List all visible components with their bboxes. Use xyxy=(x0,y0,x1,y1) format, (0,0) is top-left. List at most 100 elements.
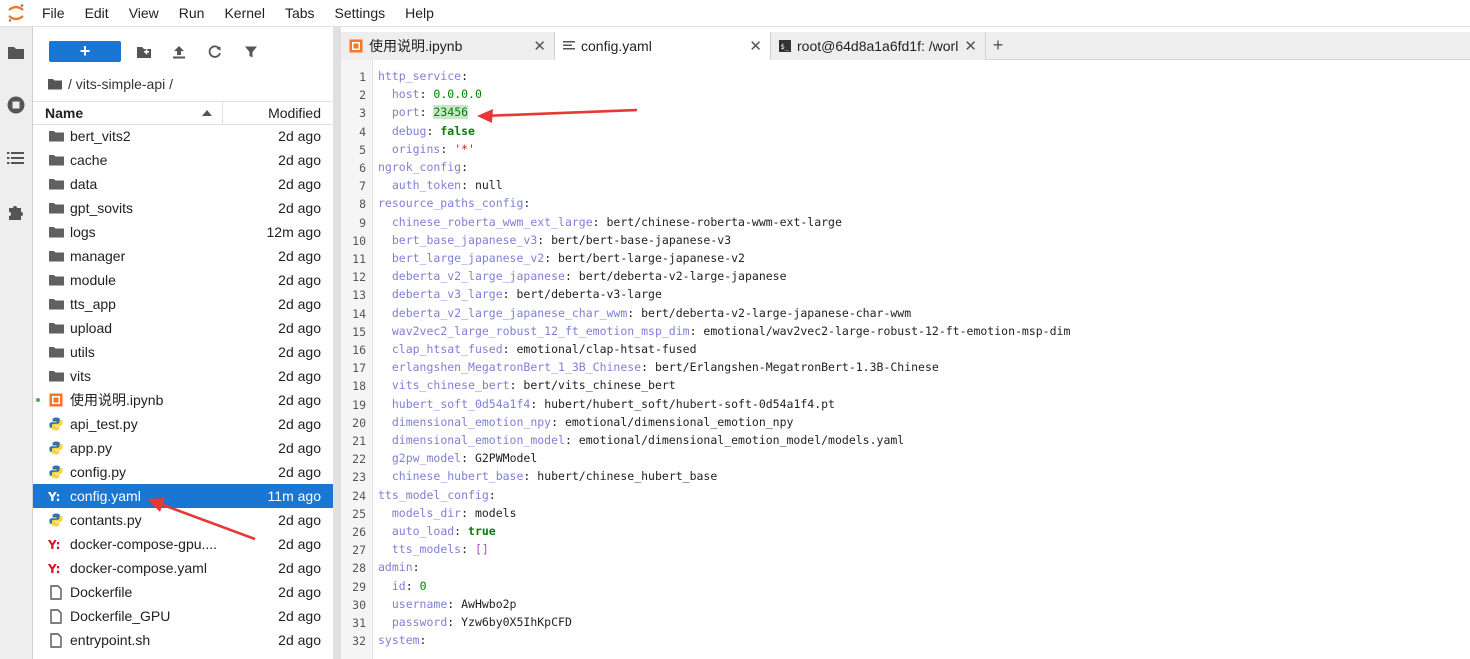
code-line[interactable]: dimensional_emotion_model: emotional/dim… xyxy=(378,431,904,449)
menu-file[interactable]: File xyxy=(32,0,75,27)
code-line[interactable]: auto_load: true xyxy=(378,522,496,540)
code-token: : emotional/clap-htsat-fused xyxy=(502,342,697,356)
code-token: 0 xyxy=(419,578,427,593)
file-row[interactable]: upload 2d ago xyxy=(33,316,333,340)
file-row[interactable]: vits 2d ago xyxy=(33,364,333,388)
code-line[interactable]: port: 23456 xyxy=(378,103,469,121)
code-line[interactable]: origins: '*' xyxy=(378,140,475,158)
code-line[interactable]: debug: false xyxy=(378,122,475,140)
file-row[interactable]: contants.py 2d ago xyxy=(33,508,333,532)
code-line[interactable]: username: AwHwbo2p xyxy=(378,595,517,613)
filter-icon[interactable] xyxy=(240,41,262,63)
file-modified: 2d ago xyxy=(278,608,321,624)
code-line[interactable]: http_service: xyxy=(378,67,468,85)
code-line[interactable]: erlangshen_MegatronBert_1_3B_Chinese: be… xyxy=(378,358,939,376)
code-line[interactable]: chinese_roberta_wwm_ext_large: bert/chin… xyxy=(378,213,842,231)
breadcrumb-path[interactable]: / vits-simple-api / xyxy=(68,76,173,92)
file-row[interactable]: Dockerfile 2d ago xyxy=(33,580,333,604)
extensions-puzzle-icon[interactable] xyxy=(5,201,27,223)
close-icon[interactable]: ✕ xyxy=(964,37,977,55)
menu-help[interactable]: Help xyxy=(395,0,444,27)
file-row[interactable]: entrypoint.sh 2d ago xyxy=(33,628,333,652)
running-sessions-icon[interactable] xyxy=(5,94,27,116)
menu-edit[interactable]: Edit xyxy=(75,0,119,27)
line-number: 6 xyxy=(359,161,366,175)
table-of-contents-icon[interactable] xyxy=(5,147,27,169)
file-row[interactable]: Y: docker-compose-gpu.... 2d ago xyxy=(33,532,333,556)
svg-text:Y:: Y: xyxy=(48,538,60,551)
code-line[interactable]: tts_models: [] xyxy=(378,540,489,558)
code-line[interactable]: vits_chinese_bert: bert/vits_chinese_ber… xyxy=(378,376,676,394)
menu-tabs[interactable]: Tabs xyxy=(275,0,325,27)
close-icon[interactable]: ✕ xyxy=(749,37,762,55)
file-row[interactable]: Dockerfile_GPU 2d ago xyxy=(33,604,333,628)
modified-column-header[interactable]: Modified xyxy=(223,102,333,124)
file-row[interactable]: api_test.py 2d ago xyxy=(33,412,333,436)
code-line[interactable]: deberta_v2_large_japanese_char_wwm: bert… xyxy=(378,304,911,322)
tab-terminal[interactable]: $_ root@64d8a1a6fd1f: /worl ✕ xyxy=(771,32,986,60)
refresh-icon[interactable] xyxy=(204,41,226,63)
code-line[interactable]: g2pw_model: G2PWModel xyxy=(378,449,537,467)
file-row[interactable]: 使用说明.ipynb 2d ago xyxy=(33,388,333,412)
code-line[interactable]: deberta_v3_large: bert/deberta-v3-large xyxy=(378,285,662,303)
code-line[interactable]: id: 0 xyxy=(378,577,427,595)
file-row[interactable]: cache 2d ago xyxy=(33,148,333,172)
file-row[interactable]: Y: config.yaml 11m ago xyxy=(33,484,333,508)
code-line[interactable]: dimensional_emotion_npy: emotional/dimen… xyxy=(378,413,794,431)
code-token: tts_model_config xyxy=(378,487,489,502)
menu-run[interactable]: Run xyxy=(169,0,215,27)
breadcrumb[interactable]: / vits-simple-api / xyxy=(48,74,173,94)
code-line[interactable]: resource_paths_config: xyxy=(378,194,530,212)
file-row[interactable]: config.py 2d ago xyxy=(33,460,333,484)
code-line[interactable]: wav2vec2_large_robust_12_ft_emotion_msp_… xyxy=(378,322,1071,340)
menu-kernel[interactable]: Kernel xyxy=(214,0,274,27)
code-line[interactable]: chinese_hubert_base: hubert/chinese_hube… xyxy=(378,467,717,485)
upload-icon[interactable] xyxy=(168,41,190,63)
menu-settings[interactable]: Settings xyxy=(325,0,396,27)
file-row[interactable]: manager 2d ago xyxy=(33,244,333,268)
code-line[interactable]: clap_htsat_fused: emotional/clap-htsat-f… xyxy=(378,340,697,358)
code-line[interactable]: password: Yzw6by0X5IhKpCFD xyxy=(378,613,572,631)
close-icon[interactable]: ✕ xyxy=(533,37,546,55)
file-row[interactable]: module 2d ago xyxy=(33,268,333,292)
code-line[interactable]: bert_base_japanese_v3: bert/bert-base-ja… xyxy=(378,231,731,249)
code-line[interactable]: ngrok_config: xyxy=(378,158,468,176)
code-line[interactable]: host: 0.0.0.0 xyxy=(378,85,482,103)
file-row[interactable]: logs 12m ago xyxy=(33,220,333,244)
new-launcher-button[interactable]: + xyxy=(49,41,121,62)
code-line[interactable]: hubert_soft_0d54a1f4: hubert/hubert_soft… xyxy=(378,395,835,413)
file-row[interactable]: tts_app 2d ago xyxy=(33,292,333,316)
file-row[interactable]: app.py 2d ago xyxy=(33,436,333,460)
folder-icon[interactable] xyxy=(5,41,27,63)
folder-icon xyxy=(48,176,64,192)
file-row[interactable]: data 2d ago xyxy=(33,172,333,196)
name-column-header[interactable]: Name xyxy=(33,102,223,124)
menu-view[interactable]: View xyxy=(119,0,169,27)
code-line[interactable]: bert_large_japanese_v2: bert/bert-large-… xyxy=(378,249,745,267)
tab-config-yaml[interactable]: config.yaml ✕ xyxy=(555,32,771,61)
code-line[interactable]: deberta_v2_large_japanese: bert/deberta-… xyxy=(378,267,787,285)
tab-notebook[interactable]: 使用说明.ipynb ✕ xyxy=(341,32,555,60)
file-row[interactable]: Y: docker-compose.yaml 2d ago xyxy=(33,556,333,580)
new-folder-icon[interactable] xyxy=(133,41,155,63)
file-row[interactable]: utils 2d ago xyxy=(33,340,333,364)
code-token: : emotional/wav2vec2-large-robust-12-ft-… xyxy=(689,323,1071,338)
panel-splitter[interactable] xyxy=(333,27,341,659)
new-tab-plus-icon[interactable]: + xyxy=(986,32,1010,59)
code-line[interactable]: models_dir: models xyxy=(378,504,517,522)
code-line[interactable]: auth_token: null xyxy=(378,176,503,194)
file-modified: 2d ago xyxy=(278,440,321,456)
code-editor[interactable]: 1 2 3 4 5 6 7 8 9 10 11 12 13 14 15 16 17 18 19 20 21 22 23 24 2… xyxy=(341,60,1470,659)
line-number: 19 xyxy=(352,397,366,412)
menu-bar: File Edit View Run Kernel Tabs Settings Help xyxy=(0,0,1470,27)
code-token: dimensional_emotion_model xyxy=(391,433,565,447)
file-row[interactable]: bert_vits2 2d ago xyxy=(33,124,333,148)
code-token: : xyxy=(426,123,441,138)
code-line[interactable]: admin: xyxy=(378,558,420,576)
line-number: 31 xyxy=(352,616,366,630)
code-line[interactable]: system: xyxy=(378,631,426,649)
file-row[interactable]: gpt_sovits 2d ago xyxy=(33,196,333,220)
code-line[interactable]: tts_model_config: xyxy=(378,486,496,504)
